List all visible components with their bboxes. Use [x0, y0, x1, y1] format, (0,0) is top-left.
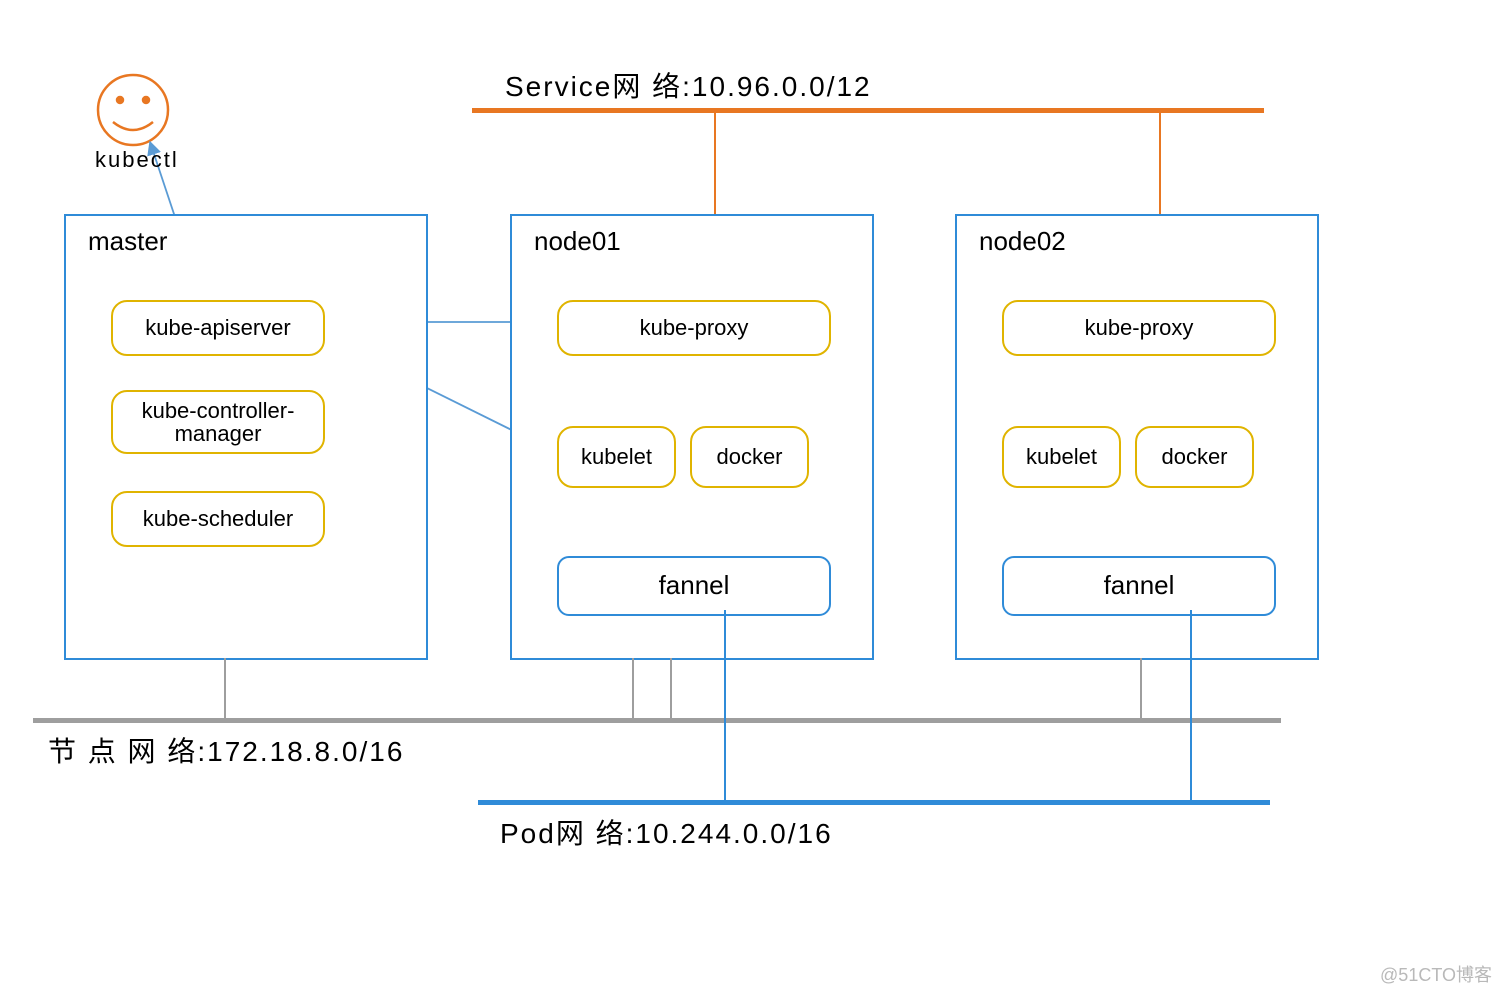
node01-fannel: fannel [557, 556, 831, 616]
diagram-canvas: etcd kubectl Service网 络:10.96.0.0/12 mas… [0, 0, 1510, 997]
service-network-label: Service网 络:10.96.0.0/12 [505, 65, 872, 105]
pod-network-label: Pod网 络:10.244.0.0/16 [500, 812, 833, 852]
node01-kube-proxy: kube-proxy [557, 300, 831, 356]
node02-docker: docker [1135, 426, 1254, 488]
node-net-drop-node02 [1140, 658, 1142, 718]
node-net-drop-node01-b [670, 658, 672, 718]
node02-title: node02 [979, 226, 1066, 257]
watermark: @51CTO博客 [1380, 961, 1492, 987]
node01-docker: docker [690, 426, 809, 488]
node-net-drop-master [224, 658, 226, 718]
node01-box: node01 kube-proxy kubelet docker fannel [510, 214, 874, 660]
kubectl-label: kubectl [95, 147, 179, 173]
node-net-drop-node01-a [632, 658, 634, 718]
pod-net-drop-node02 [1190, 610, 1192, 800]
master-node: master kube-apiserver kube-controller- m… [64, 214, 428, 660]
kube-apiserver-box: kube-apiserver [111, 300, 325, 356]
node-network-label: 节 点 网 络:172.18.8.0/16 [48, 730, 404, 770]
kube-scheduler-box: kube-scheduler [111, 491, 325, 547]
kube-controller-manager-box: kube-controller- manager [111, 390, 325, 454]
node02-kubelet: kubelet [1002, 426, 1121, 488]
kubectl-icon [98, 75, 168, 145]
node01-title: node01 [534, 226, 621, 257]
service-network-line [472, 108, 1264, 113]
master-title: master [88, 226, 167, 257]
node-network-line [33, 718, 1281, 723]
node01-kubelet: kubelet [557, 426, 676, 488]
pod-network-line [478, 800, 1270, 805]
node02-box: node02 kube-proxy kubelet docker fannel [955, 214, 1319, 660]
node02-kube-proxy: kube-proxy [1002, 300, 1276, 356]
pod-net-drop-node01 [724, 610, 726, 800]
node02-fannel: fannel [1002, 556, 1276, 616]
